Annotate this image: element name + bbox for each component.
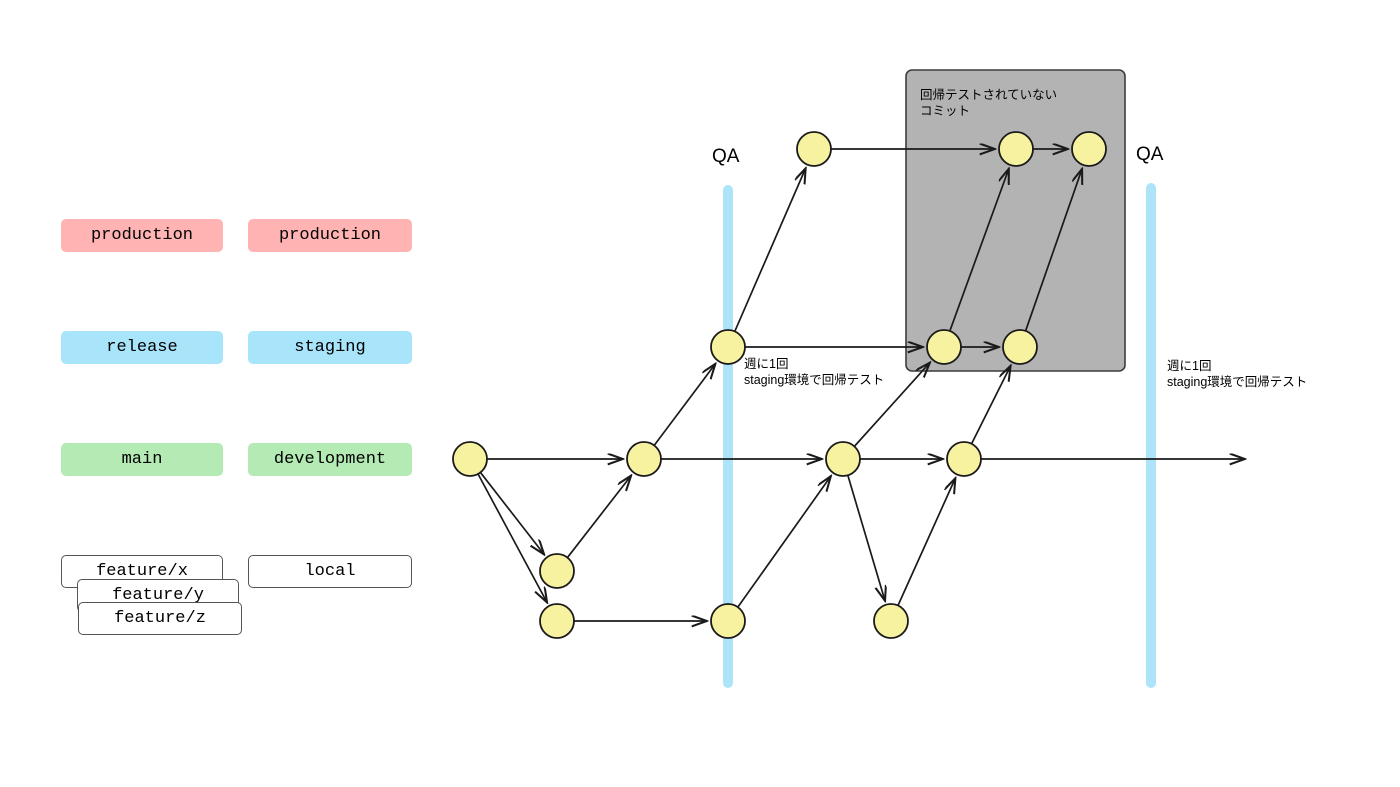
legend-env-release-label: release	[106, 338, 178, 357]
legend-env-main-label: main	[121, 450, 163, 469]
commit-graph-svg	[452, 69, 1400, 688]
legend-branch-production: production	[248, 219, 412, 252]
commit-node[interactable]	[626, 441, 662, 477]
legend-branch-staging-label: staging	[294, 338, 366, 357]
legend-branch-production-label: production	[278, 226, 382, 245]
untested-commits-title: 回帰テストされていない コミット	[920, 88, 1058, 119]
commit-edge	[733, 168, 806, 332]
commit-node[interactable]	[710, 603, 746, 639]
legend-branch-staging: staging	[248, 331, 412, 364]
diagram-canvas: production production release staging ma…	[0, 0, 1400, 787]
legend-branch-development: development	[248, 443, 412, 476]
legend-env-release: release	[61, 331, 223, 364]
commit-edge	[847, 475, 885, 601]
commit-edge	[897, 478, 955, 606]
legend-local: local	[248, 555, 412, 588]
commit-node[interactable]	[539, 553, 575, 589]
commit-node[interactable]	[796, 131, 832, 167]
legend-branch-development-label: development	[273, 450, 387, 469]
legend-env-production: production	[61, 219, 223, 252]
commit-node[interactable]	[926, 329, 962, 365]
legend-feature-z: feature/z	[78, 602, 242, 635]
commit-edge	[653, 364, 715, 446]
annotation-weekly-regression-right: 週に1回 staging環境で回帰テスト	[1167, 359, 1308, 389]
commit-edge	[479, 471, 544, 554]
commit-edge	[737, 476, 831, 608]
commit-node[interactable]	[452, 441, 488, 477]
legend-env-main: main	[61, 443, 223, 476]
annotation-weekly-regression-left: 週に1回 staging環境で回帰テスト	[744, 357, 885, 387]
legend-env-production-label: production	[90, 226, 194, 245]
commit-node[interactable]	[1071, 131, 1107, 167]
qa-label-left: QA	[712, 146, 740, 167]
commit-node[interactable]	[998, 131, 1034, 167]
commit-edge	[477, 473, 547, 603]
legend-feature-z-label: feature/z	[114, 609, 206, 628]
commit-node[interactable]	[710, 329, 746, 365]
legend-local-label: local	[304, 562, 356, 581]
commit-edge	[970, 366, 1011, 445]
commit-node[interactable]	[825, 441, 861, 477]
qa-label-right: QA	[1136, 144, 1164, 165]
commit-edge	[566, 476, 631, 559]
commit-node[interactable]	[873, 603, 909, 639]
commit-node[interactable]	[1002, 329, 1038, 365]
commit-node[interactable]	[946, 441, 982, 477]
commit-node[interactable]	[539, 603, 575, 639]
